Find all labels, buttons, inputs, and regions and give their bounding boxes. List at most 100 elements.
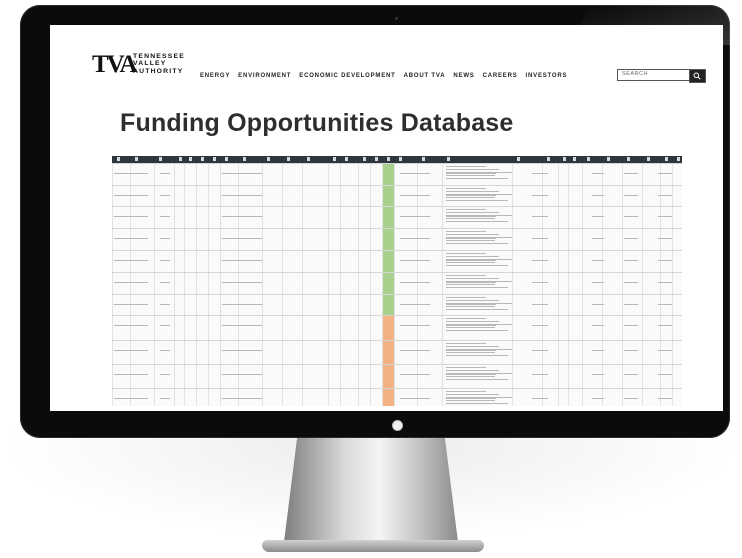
cell-text xyxy=(222,173,262,174)
cell-text xyxy=(446,237,512,238)
nav-item-energy[interactable]: ENERGY xyxy=(200,73,230,79)
cell-text xyxy=(446,327,495,328)
column-header[interactable] xyxy=(363,157,366,161)
column-header[interactable] xyxy=(647,157,650,161)
column-header[interactable] xyxy=(587,157,590,161)
nav-item-news[interactable]: NEWS xyxy=(453,73,474,79)
column-header[interactable] xyxy=(267,157,270,161)
column-header[interactable] xyxy=(399,157,402,161)
cell-text xyxy=(592,195,604,196)
column-header[interactable] xyxy=(665,157,668,161)
cell-text xyxy=(446,318,486,319)
column-divider xyxy=(558,163,559,406)
cell-text xyxy=(592,260,604,261)
cell-text xyxy=(446,166,486,167)
cell-text xyxy=(592,216,604,217)
brand-line-3: AUTHORITY xyxy=(133,67,184,75)
cell-text xyxy=(160,238,170,239)
cell-text xyxy=(446,376,495,377)
cell-text xyxy=(446,240,495,241)
column-header[interactable] xyxy=(179,157,182,161)
cell-text xyxy=(658,195,672,196)
column-header[interactable] xyxy=(117,157,120,161)
cell-text xyxy=(592,304,604,305)
cell-text xyxy=(446,303,512,304)
nav-item-careers[interactable]: CAREERS xyxy=(483,73,518,79)
column-header[interactable] xyxy=(677,157,680,161)
nav-item-environment[interactable]: ENVIRONMENT xyxy=(238,73,291,79)
cell-text xyxy=(446,195,496,196)
column-header[interactable] xyxy=(159,157,162,161)
cell-text xyxy=(136,350,148,351)
column-header[interactable] xyxy=(225,157,228,161)
column-header[interactable] xyxy=(243,157,246,161)
cell-text xyxy=(400,260,430,261)
column-header[interactable] xyxy=(201,157,204,161)
cell-text xyxy=(658,304,672,305)
cell-text xyxy=(446,215,512,216)
column-header[interactable] xyxy=(333,157,336,161)
cell-text xyxy=(446,212,499,213)
cell-text xyxy=(446,370,499,371)
column-header[interactable] xyxy=(287,157,290,161)
cell-text xyxy=(446,297,486,298)
column-divider xyxy=(302,163,303,406)
cell-text xyxy=(532,216,548,217)
column-header[interactable] xyxy=(189,157,192,161)
table-row xyxy=(112,388,682,389)
column-header[interactable] xyxy=(573,157,576,161)
cell-text xyxy=(446,262,495,263)
cell-text xyxy=(136,216,148,217)
column-header[interactable] xyxy=(213,157,216,161)
column-divider xyxy=(184,163,185,406)
column-header[interactable] xyxy=(375,157,378,161)
cell-text xyxy=(446,191,499,192)
column-header[interactable] xyxy=(422,157,425,161)
cell-text xyxy=(658,282,672,283)
cell-text xyxy=(624,325,638,326)
column-header[interactable] xyxy=(627,157,630,161)
column-divider xyxy=(417,163,418,406)
search-button[interactable] xyxy=(689,69,706,83)
column-header[interactable] xyxy=(387,157,390,161)
power-button[interactable] xyxy=(392,420,403,431)
cell-text xyxy=(446,379,508,380)
cell-text xyxy=(400,216,430,217)
page-title: Funding Opportunities Database xyxy=(120,109,514,137)
cell-text xyxy=(446,216,496,217)
cell-text xyxy=(446,238,496,239)
nav-item-economic-development[interactable]: ECONOMIC DEVELOPMENT xyxy=(299,73,395,79)
search-input[interactable]: SEARCH xyxy=(617,69,690,81)
column-header[interactable] xyxy=(345,157,348,161)
cell-text xyxy=(446,403,508,404)
column-divider xyxy=(542,163,543,406)
column-header[interactable] xyxy=(563,157,566,161)
column-header[interactable] xyxy=(447,157,450,161)
column-header[interactable] xyxy=(607,157,610,161)
cell-text xyxy=(446,209,486,210)
cell-text xyxy=(160,216,170,217)
cell-text xyxy=(592,398,604,399)
funding-table[interactable] xyxy=(112,156,682,406)
cell-text xyxy=(222,195,262,196)
cell-text xyxy=(446,300,499,301)
nav-item-investors[interactable]: INVESTORS xyxy=(526,73,568,79)
cell-text xyxy=(446,218,495,219)
table-row xyxy=(112,250,682,251)
column-header[interactable] xyxy=(547,157,550,161)
column-divider xyxy=(174,163,175,406)
cell-text xyxy=(446,278,499,279)
cell-text xyxy=(658,350,672,351)
column-divider xyxy=(238,163,239,406)
cell-text xyxy=(400,325,430,326)
nav-item-about-tva[interactable]: ABOUT TVA xyxy=(404,73,446,79)
cell-text xyxy=(446,330,508,331)
column-header[interactable] xyxy=(135,157,138,161)
cell-text xyxy=(222,325,262,326)
column-header[interactable] xyxy=(307,157,310,161)
tva-logo[interactable]: TVA xyxy=(92,52,138,77)
column-header[interactable] xyxy=(517,157,520,161)
cell-text xyxy=(446,324,512,325)
column-divider xyxy=(130,163,131,406)
cell-text xyxy=(160,374,170,375)
